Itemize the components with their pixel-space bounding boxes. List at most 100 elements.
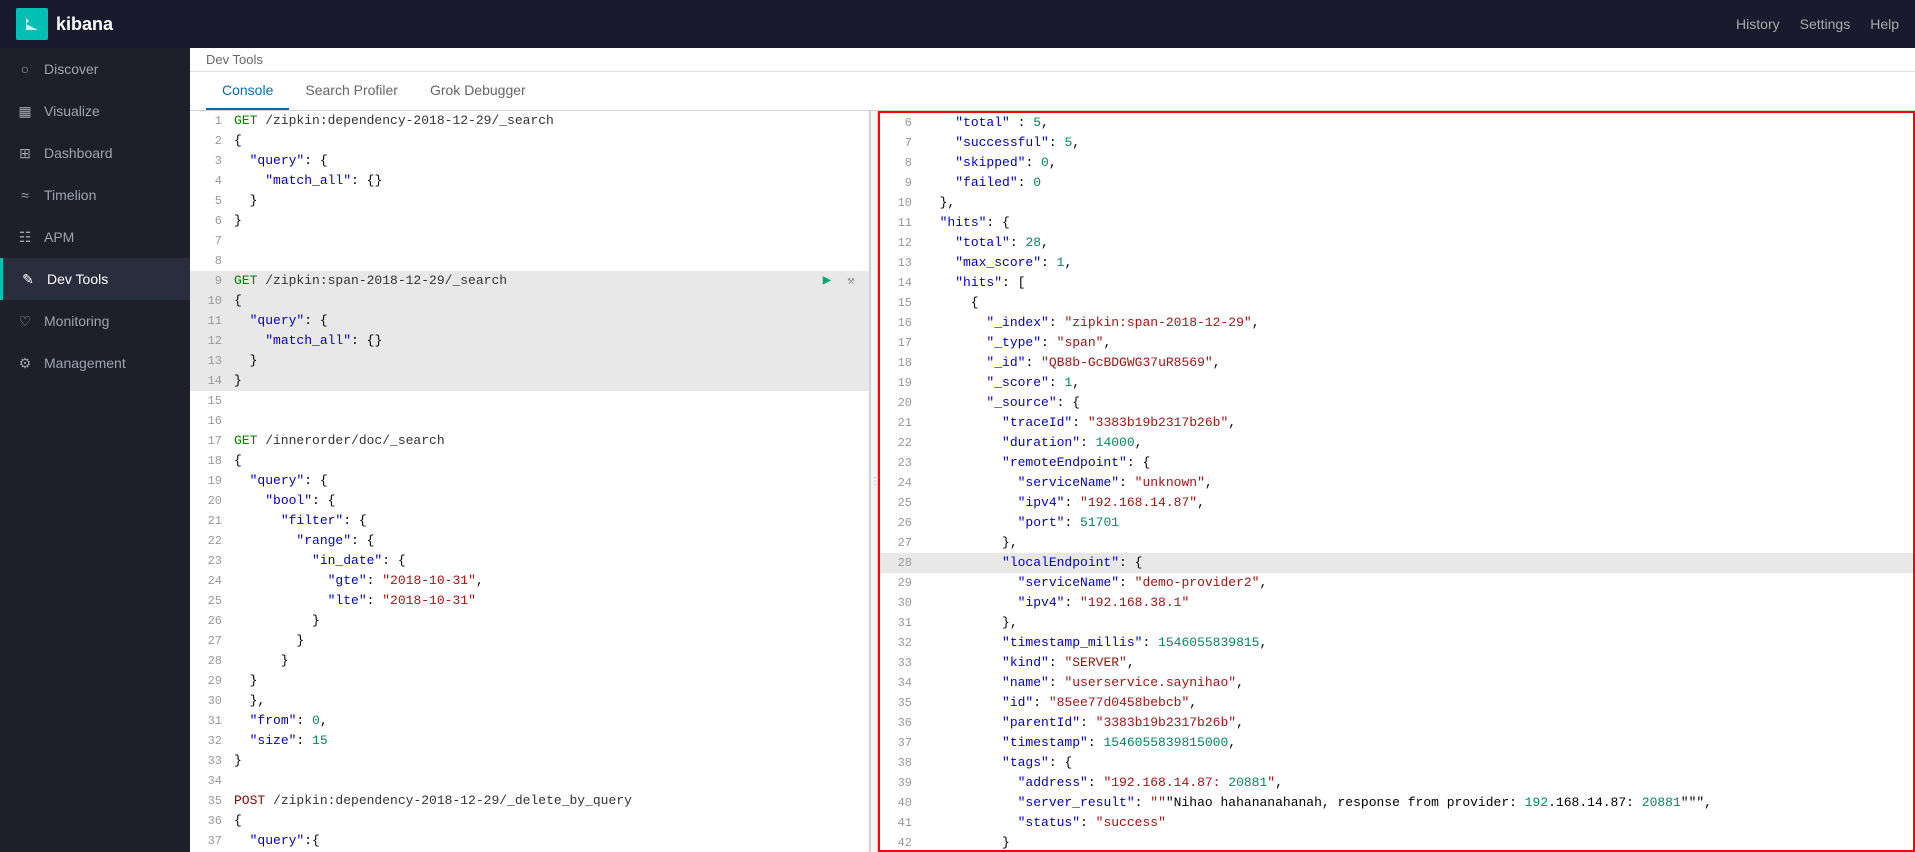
devtools-section-title: Dev Tools <box>206 52 263 67</box>
sidebar-item-dashboard[interactable]: ⊞ Dashboard <box>0 132 190 174</box>
response-line-content: "address": "192.168.14.87: 20881", <box>920 773 1913 793</box>
response-line-number: 28 <box>880 553 920 573</box>
response-line-number: 35 <box>880 693 920 713</box>
tab-console[interactable]: Console <box>206 72 289 110</box>
response-line-content: "ipv4": "192.168.14.87", <box>920 493 1913 513</box>
line-number: 23 <box>190 551 230 571</box>
kibana-logo: kibana <box>16 8 206 40</box>
visualize-icon: ▦ <box>16 102 34 120</box>
run-button[interactable]: ▶ <box>817 271 837 291</box>
response-line-content: "skipped": 0, <box>920 153 1913 173</box>
response-line-number: 17 <box>880 333 920 353</box>
settings-link[interactable]: Settings <box>1800 16 1851 32</box>
line-content: } <box>230 191 869 211</box>
line-content: } <box>230 371 869 391</box>
line-content <box>230 771 869 791</box>
editor-container: 1GET /zipkin:dependency-2018-12-29/_sear… <box>190 111 1915 852</box>
editor-line: 5 } <box>190 191 869 211</box>
sidebar-label-discover: Discover <box>44 61 98 77</box>
response-line-number: 9 <box>880 173 920 193</box>
response-line: 6 "total" : 5, <box>880 113 1913 133</box>
line-content <box>230 231 869 251</box>
tab-grok-debugger[interactable]: Grok Debugger <box>414 72 542 110</box>
response-line: 42 } <box>880 833 1913 852</box>
sidebar-item-timelion[interactable]: ≈ Timelion <box>0 174 190 216</box>
editor-line: 20 "bool": { <box>190 491 869 511</box>
discover-icon: ○ <box>16 60 34 78</box>
line-number: 31 <box>190 711 230 731</box>
apm-icon: ☷ <box>16 228 34 246</box>
sidebar-label-devtools: Dev Tools <box>47 271 108 287</box>
editor-line: 33} <box>190 751 869 771</box>
dashboard-icon: ⊞ <box>16 144 34 162</box>
sidebar-item-visualize[interactable]: ▦ Visualize <box>0 90 190 132</box>
response-pane[interactable]: 6 "total" : 5,7 "successful": 5,8 "skipp… <box>878 111 1915 852</box>
line-number: 34 <box>190 771 230 791</box>
settings-button[interactable]: ⚒ <box>841 271 861 291</box>
line-content: "gte": "2018-10-31", <box>230 571 869 591</box>
response-line-number: 7 <box>880 133 920 153</box>
line-number: 6 <box>190 211 230 231</box>
content-area: Dev Tools Console Search Profiler Grok D… <box>190 48 1915 852</box>
kibana-title: kibana <box>56 14 113 35</box>
sidebar-label-timelion: Timelion <box>44 187 96 203</box>
line-content: }, <box>230 691 869 711</box>
line-number: 13 <box>190 351 230 371</box>
editor-line: 14} <box>190 371 869 391</box>
line-content <box>230 251 869 271</box>
response-line-number: 42 <box>880 833 920 852</box>
response-line: 24 "serviceName": "unknown", <box>880 473 1913 493</box>
line-content: { <box>230 451 869 471</box>
editor-line: 19 "query": { <box>190 471 869 491</box>
editor-line: 8 <box>190 251 869 271</box>
line-number: 36 <box>190 811 230 831</box>
response-line-content: { <box>920 293 1913 313</box>
response-line-content: "traceId": "3383b19b2317b26b", <box>920 413 1913 433</box>
line-content: "size": 15 <box>230 731 869 751</box>
line-number: 4 <box>190 171 230 191</box>
response-line: 25 "ipv4": "192.168.14.87", <box>880 493 1913 513</box>
sidebar-item-management[interactable]: ⚙ Management <box>0 342 190 384</box>
response-line: 8 "skipped": 0, <box>880 153 1913 173</box>
sidebar-item-discover[interactable]: ○ Discover <box>0 48 190 90</box>
line-content: } <box>230 671 869 691</box>
response-line-content: "tags": { <box>920 753 1913 773</box>
editor-line: 17GET /innerorder/doc/_search <box>190 431 869 451</box>
response-line-content: "parentId": "3383b19b2317b26b", <box>920 713 1913 733</box>
editor-line: 6} <box>190 211 869 231</box>
response-line-number: 29 <box>880 573 920 593</box>
response-line: 14 "hits": [ <box>880 273 1913 293</box>
response-line: 33 "kind": "SERVER", <box>880 653 1913 673</box>
editor-line: 26 } <box>190 611 869 631</box>
editor-line: 30 }, <box>190 691 869 711</box>
help-link[interactable]: Help <box>1870 16 1899 32</box>
sidebar-label-apm: APM <box>44 229 74 245</box>
response-line-content: "name": "userservice.saynihao", <box>920 673 1913 693</box>
response-line-number: 21 <box>880 413 920 433</box>
line-content: "query": { <box>230 311 869 331</box>
line-number: 24 <box>190 571 230 591</box>
response-line: 22 "duration": 14000, <box>880 433 1913 453</box>
line-number: 15 <box>190 391 230 411</box>
editor-line: 37 "query":{ <box>190 831 869 851</box>
response-line: 10 }, <box>880 193 1913 213</box>
line-content: GET /zipkin:span-2018-12-29/_search <box>230 271 817 291</box>
response-line-number: 27 <box>880 533 920 553</box>
line-content: } <box>230 611 869 631</box>
editor-pane[interactable]: 1GET /zipkin:dependency-2018-12-29/_sear… <box>190 111 870 852</box>
sidebar-item-apm[interactable]: ☷ APM <box>0 216 190 258</box>
sidebar-item-devtools[interactable]: ✎ Dev Tools <box>0 258 190 300</box>
line-content: "lte": "2018-10-31" <box>230 591 869 611</box>
tab-search-profiler[interactable]: Search Profiler <box>289 72 414 110</box>
sidebar-item-monitoring[interactable]: ♡ Monitoring <box>0 300 190 342</box>
line-number: 21 <box>190 511 230 531</box>
top-bar: kibana History Settings Help <box>0 0 1915 48</box>
response-line-content: "id": "85ee77d0458bebcb", <box>920 693 1913 713</box>
history-link[interactable]: History <box>1736 16 1780 32</box>
response-line-number: 13 <box>880 253 920 273</box>
editor-line: 23 "in_date": { <box>190 551 869 571</box>
line-number: 16 <box>190 411 230 431</box>
response-line-content: "_id": "QB8b-GcBDGWG37uR8569", <box>920 353 1913 373</box>
editor-line: 2{ <box>190 131 869 151</box>
line-number: 18 <box>190 451 230 471</box>
